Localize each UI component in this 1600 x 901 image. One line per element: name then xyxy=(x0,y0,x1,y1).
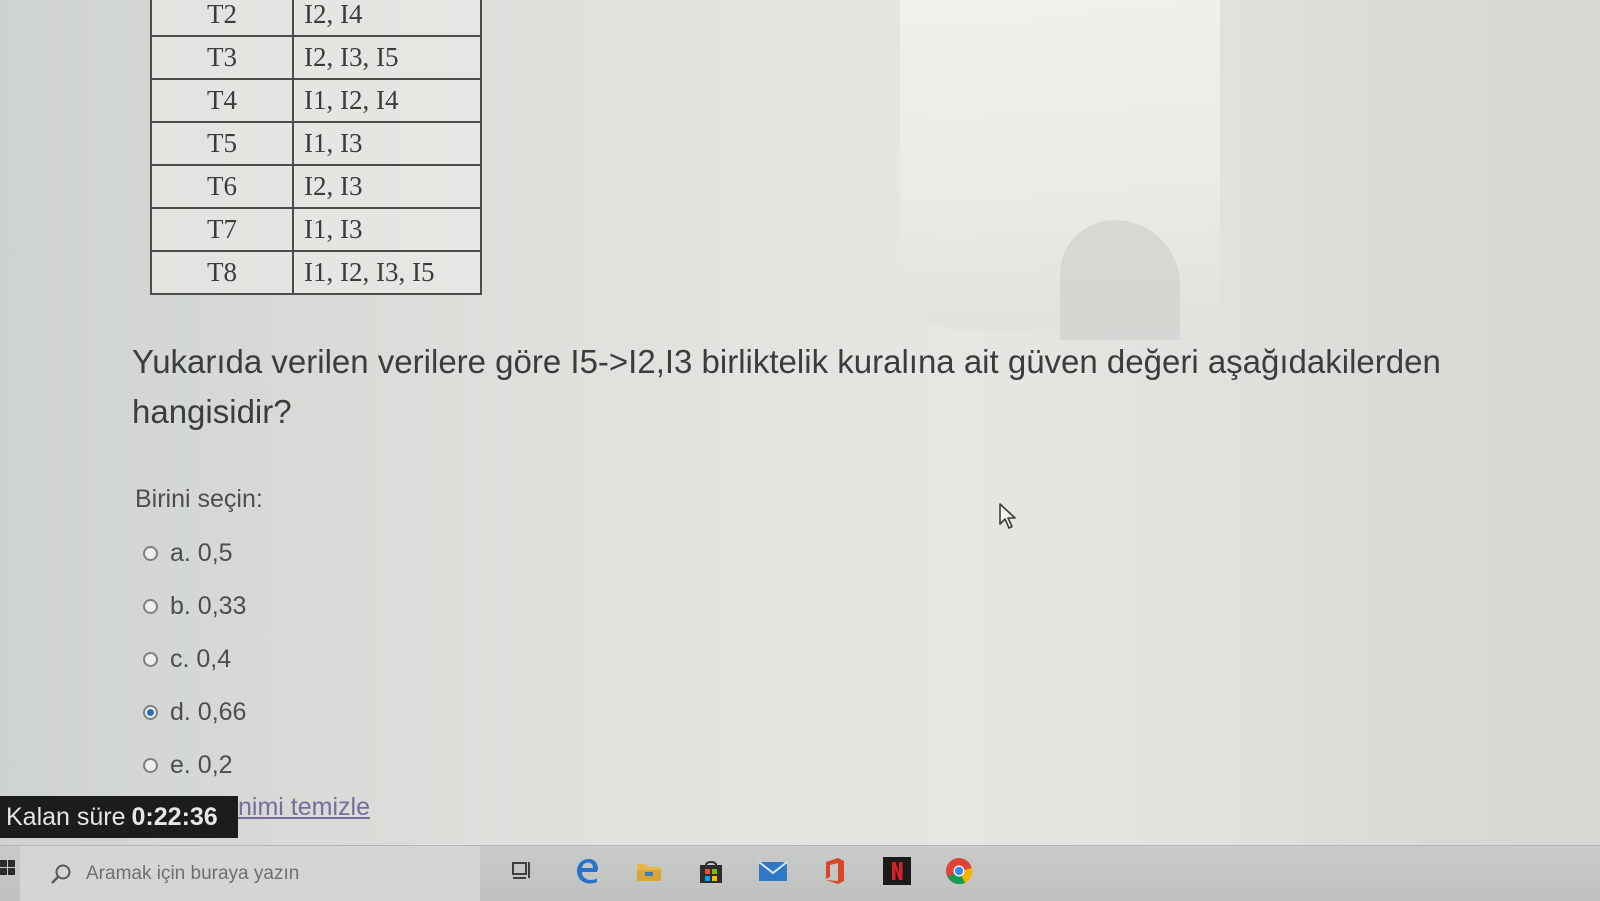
radio-button[interactable] xyxy=(143,599,158,614)
radio-button[interactable] xyxy=(143,652,158,667)
transaction-id-cell: T5 xyxy=(150,121,294,166)
table-row: T3 I2, I3, I5 xyxy=(150,35,482,80)
radio-button-selected[interactable] xyxy=(143,705,158,720)
itemset-cell: I1, I2, I4 xyxy=(292,78,482,123)
task-view-icon[interactable] xyxy=(508,856,538,886)
netflix-icon[interactable] xyxy=(882,856,912,886)
transaction-id-cell: T4 xyxy=(150,78,294,123)
timer-label: Kalan süre xyxy=(6,802,126,831)
screen: T2 I2, I4 T3 I2, I3, I5 T4 I1, I2, I4 T5… xyxy=(0,0,1600,901)
chrome-icon[interactable] xyxy=(944,856,974,886)
itemset-cell: I1, I3 xyxy=(292,121,482,166)
transactions-table: T2 I2, I4 T3 I2, I3, I5 T4 I1, I2, I4 T5… xyxy=(150,0,482,295)
transaction-id-cell: T8 xyxy=(150,250,294,295)
answer-option-label: d. 0,66 xyxy=(170,698,247,726)
mail-icon[interactable] xyxy=(758,856,788,886)
transaction-id-cell: T2 xyxy=(150,0,294,37)
itemset-cell: I1, I2, I3, I5 xyxy=(292,250,482,295)
transaction-id-cell: T6 xyxy=(150,164,294,209)
edge-icon[interactable] xyxy=(572,856,602,886)
answer-option-e[interactable]: e. 0,2 xyxy=(143,739,246,792)
clear-choice-link[interactable]: nimi temizle xyxy=(238,793,370,822)
table-row: T2 I2, I4 xyxy=(150,0,482,37)
itemset-cell: I2, I3 xyxy=(292,164,482,209)
answer-option-label: a. 0,5 xyxy=(170,539,233,567)
search-icon xyxy=(51,864,71,884)
mouse-pointer-icon xyxy=(999,503,1016,529)
answer-option-label: e. 0,2 xyxy=(170,751,233,779)
answer-option-label: c. 0,4 xyxy=(170,645,232,673)
remaining-time-badge: Kalan süre 0:22:36 xyxy=(0,796,238,838)
table-row: T6 I2, I3 xyxy=(150,164,482,209)
table-row: T4 I1, I2, I4 xyxy=(150,78,482,123)
file-explorer-icon[interactable] xyxy=(634,856,664,886)
itemset-cell: I2, I4 xyxy=(292,0,482,37)
search-placeholder: Aramak için buraya yazın xyxy=(86,863,300,884)
question-text: Yukarıda verilen verilere göre I5->I2,I3… xyxy=(132,343,1441,430)
transaction-id-cell: T3 xyxy=(150,35,294,80)
store-icon[interactable] xyxy=(696,856,726,886)
answer-option-a[interactable]: a. 0,5 xyxy=(143,527,246,580)
answer-options: a. 0,5 b. 0,33 c. 0,4 d. 0,66 e. 0,2 xyxy=(143,527,246,792)
itemset-cell: I1, I3 xyxy=(292,207,482,252)
table-row: T5 I1, I3 xyxy=(150,121,482,166)
screen-vignette xyxy=(1240,0,1600,901)
taskbar: Aramak için buraya yazın xyxy=(0,845,1600,901)
answer-option-c[interactable]: c. 0,4 xyxy=(143,633,246,686)
table-row: T7 I1, I3 xyxy=(150,207,482,252)
office-icon[interactable] xyxy=(820,856,850,886)
transaction-id-cell: T7 xyxy=(150,207,294,252)
windows-start-icon[interactable] xyxy=(0,854,20,888)
radio-button[interactable] xyxy=(143,758,158,773)
radio-button[interactable] xyxy=(143,546,158,561)
answer-option-b[interactable]: b. 0,33 xyxy=(143,580,246,633)
taskbar-search-box[interactable]: Aramak için buraya yazın xyxy=(20,846,480,901)
itemset-cell: I2, I3, I5 xyxy=(292,35,482,80)
answer-option-d[interactable]: d. 0,66 xyxy=(143,686,246,739)
table-row: T8 I1, I2, I3, I5 xyxy=(150,250,482,295)
choose-one-prompt: Birini seçin: xyxy=(135,485,263,513)
timer-value: 0:22:36 xyxy=(131,802,218,831)
answer-option-label: b. 0,33 xyxy=(170,592,247,620)
